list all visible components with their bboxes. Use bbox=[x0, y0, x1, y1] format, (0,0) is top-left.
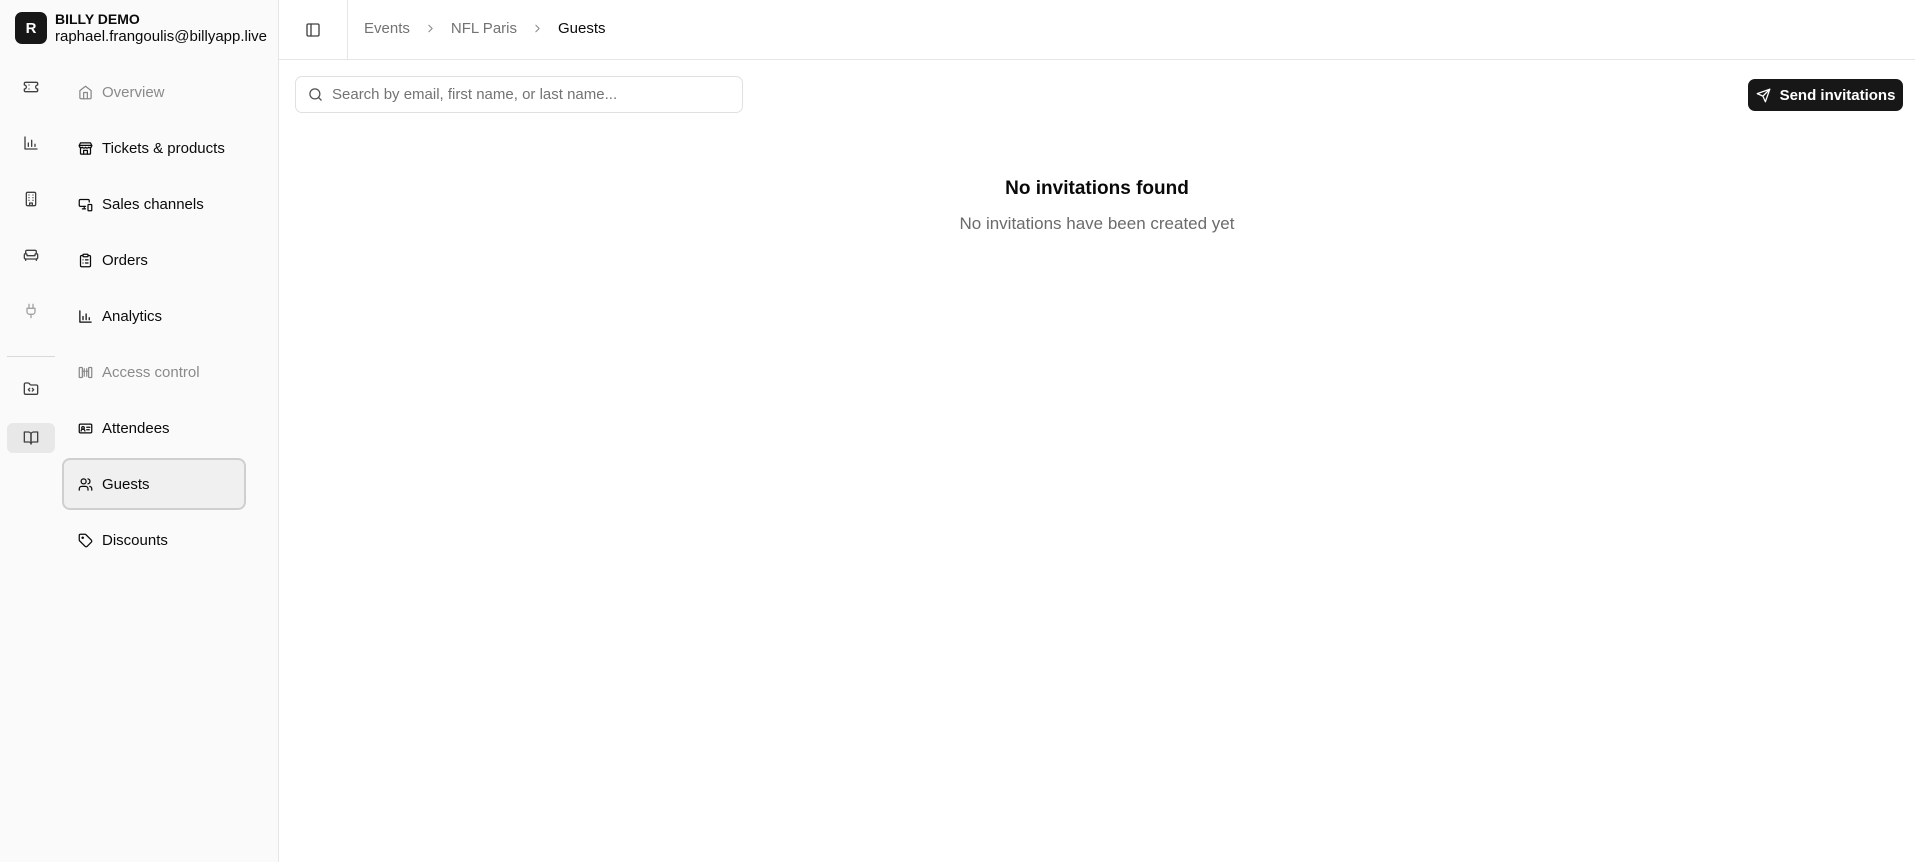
nav-item-guests[interactable]: Guests bbox=[62, 458, 246, 510]
panel-left-icon bbox=[306, 22, 320, 37]
app-root: R BILLY DEMO raphael.frangoulis@billyapp… bbox=[0, 0, 1915, 862]
plug-icon bbox=[26, 303, 36, 319]
send-invitations-label: Send invitations bbox=[1779, 86, 1896, 104]
nav-item-discounts[interactable]: Discounts bbox=[62, 514, 246, 566]
nav-item-label: Sales channels bbox=[102, 195, 204, 213]
nav-item-label: Access control bbox=[102, 363, 200, 381]
chevron-right-icon bbox=[424, 22, 437, 35]
turnstile-icon bbox=[78, 366, 93, 378]
sofa-icon bbox=[23, 249, 39, 261]
breadcrumb-event[interactable]: NFL Paris bbox=[451, 20, 517, 37]
rail-divider bbox=[7, 356, 55, 357]
nav-item-label: Analytics bbox=[102, 307, 163, 325]
store-icon bbox=[78, 141, 93, 155]
home-icon bbox=[79, 85, 92, 99]
nav-item-overview[interactable]: Overview bbox=[62, 66, 246, 118]
search-box bbox=[295, 76, 743, 113]
nav-item-label: Overview bbox=[102, 83, 165, 101]
send-invitations-button[interactable]: Send invitations bbox=[1748, 79, 1903, 111]
breadcrumb-current: Guests bbox=[557, 19, 606, 37]
bar-chart-icon bbox=[79, 309, 92, 323]
nav-item-label: Attendees bbox=[102, 419, 170, 437]
org-email: raphael.frangoulis@billyapp.live bbox=[55, 28, 268, 45]
building-icon bbox=[25, 191, 37, 207]
org-switcher[interactable]: R BILLY DEMO raphael.frangoulis@billyapp… bbox=[15, 10, 267, 46]
book-open-icon bbox=[23, 431, 39, 445]
nav-item-analytics[interactable]: Analytics bbox=[62, 290, 246, 342]
ticket-icon bbox=[23, 81, 39, 93]
rail-item-ticket[interactable] bbox=[7, 72, 55, 102]
nav-item-tickets-products[interactable]: Tickets & products bbox=[62, 122, 246, 174]
empty-state-description: No invitations have been created yet bbox=[959, 214, 1235, 233]
folder-code-icon bbox=[23, 382, 39, 395]
empty-state-title: No invitations found bbox=[1005, 178, 1189, 199]
nav-item-sales-channels[interactable]: Sales channels bbox=[62, 178, 246, 230]
send-icon bbox=[1756, 88, 1770, 102]
rail-item-developers[interactable] bbox=[7, 374, 55, 404]
id-card-icon bbox=[78, 423, 93, 433]
nav-item-attendees[interactable]: Attendees bbox=[62, 402, 246, 454]
users-icon bbox=[78, 477, 93, 491]
search-input[interactable] bbox=[332, 86, 732, 103]
top-header: Events NFL Paris Guests bbox=[279, 0, 1915, 60]
nav-item-label: Orders bbox=[102, 251, 148, 269]
sidebar-toggle-button[interactable] bbox=[279, 0, 348, 59]
clipboard-list-icon bbox=[79, 253, 92, 267]
devices-icon bbox=[78, 198, 93, 211]
org-name: BILLY DEMO bbox=[55, 11, 140, 27]
rail-item-venues[interactable] bbox=[7, 184, 55, 214]
org-avatar: R bbox=[15, 12, 47, 44]
nav-item-label: Tickets & products bbox=[102, 139, 225, 157]
breadcrumb: Events NFL Paris Guests bbox=[364, 0, 606, 56]
rail-item-docs[interactable] bbox=[7, 423, 55, 453]
nav-item-label: Guests bbox=[102, 475, 150, 493]
search-icon bbox=[309, 88, 322, 101]
rail-item-integrations[interactable] bbox=[7, 296, 55, 326]
rail-item-seating[interactable] bbox=[7, 240, 55, 270]
tag-icon bbox=[78, 533, 93, 547]
sidebar: R BILLY DEMO raphael.frangoulis@billyapp… bbox=[0, 0, 279, 862]
nav-item-orders[interactable]: Orders bbox=[62, 234, 246, 286]
nav-item-access-control[interactable]: Access control bbox=[62, 346, 246, 398]
bar-chart-icon bbox=[24, 136, 38, 150]
nav-item-label: Discounts bbox=[102, 531, 168, 549]
chevron-right-icon bbox=[531, 22, 544, 35]
breadcrumb-events[interactable]: Events bbox=[364, 20, 410, 37]
rail-item-analytics[interactable] bbox=[7, 128, 55, 158]
